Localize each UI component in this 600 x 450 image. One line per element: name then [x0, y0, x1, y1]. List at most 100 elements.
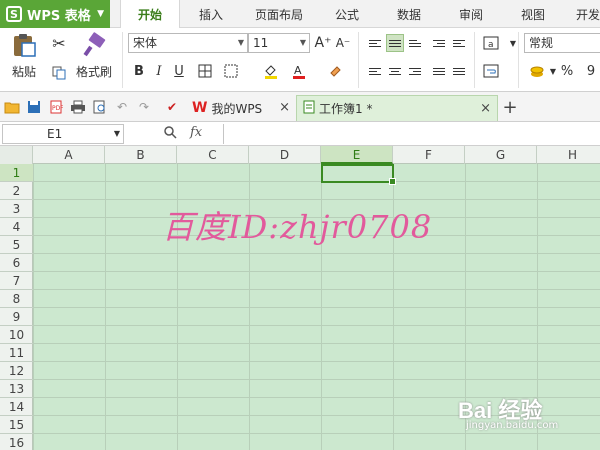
ribbon-divider	[518, 32, 519, 88]
doc-tab-label: 我的WPS	[211, 101, 263, 116]
column-header-selected[interactable]: E	[321, 146, 393, 164]
column-header[interactable]: F	[393, 146, 465, 164]
row-header-selected[interactable]: 1	[0, 164, 33, 182]
increase-font-icon[interactable]: A⁺	[314, 34, 332, 52]
column-header[interactable]: G	[465, 146, 537, 164]
column-header[interactable]: B	[105, 146, 177, 164]
chevron-down-icon: ▼	[237, 38, 244, 47]
bold-button[interactable]: B	[130, 62, 148, 80]
font-name-select[interactable]: 宋体 ▼	[128, 33, 248, 53]
underline-button[interactable]: U	[170, 62, 188, 80]
formula-bar: E1 ▼ fx	[0, 122, 600, 146]
close-icon[interactable]: ×	[279, 100, 290, 115]
baidu-jingyan-url: jingyan.baidu.com	[466, 420, 559, 431]
scissors-icon[interactable]: ✂	[50, 34, 68, 53]
clear-format-icon[interactable]	[326, 62, 344, 80]
distributed-align-icon[interactable]	[450, 62, 468, 80]
watermark-text: 百度ID:zhjr0708	[162, 208, 433, 246]
row-header[interactable]: 5	[0, 236, 33, 254]
align-left-icon[interactable]	[366, 62, 384, 80]
borders-icon[interactable]	[196, 62, 214, 80]
number-format-select[interactable]: 常规	[524, 33, 600, 53]
row-headers: 1 2 3 4 5 6 7 8 9 10 11 12 13 14 15 16	[0, 164, 33, 450]
column-header[interactable]: H	[537, 146, 600, 164]
save-icon[interactable]	[26, 99, 42, 115]
row-header[interactable]: 10	[0, 326, 33, 344]
open-folder-icon[interactable]	[4, 99, 20, 115]
chevron-down-icon[interactable]: ▼	[504, 34, 522, 52]
row-header[interactable]: 14	[0, 398, 33, 416]
row-header[interactable]: 7	[0, 272, 33, 290]
name-box[interactable]: E1 ▼	[2, 124, 124, 144]
select-all-corner[interactable]	[0, 146, 33, 164]
column-header[interactable]: C	[177, 146, 249, 164]
app-menu-button[interactable]: S WPS 表格 ▼	[0, 0, 110, 28]
row-header[interactable]: 13	[0, 380, 33, 398]
row-header[interactable]: 12	[0, 362, 33, 380]
comma-style-button[interactable]: 9	[582, 62, 600, 80]
doc-tab-label: 工作簿1 *	[319, 102, 373, 116]
print-icon[interactable]	[70, 99, 86, 115]
format-painter-button[interactable]: 格式刷	[72, 32, 116, 80]
doc-tab-my-wps[interactable]: W 我的WPS ×	[186, 95, 296, 121]
paste-button[interactable]: 粘贴	[6, 32, 42, 80]
redo-icon[interactable]: ↷	[136, 99, 152, 115]
tab-developer[interactable]: 开发	[568, 0, 600, 28]
print-preview-icon[interactable]	[92, 99, 108, 115]
row-header[interactable]: 11	[0, 344, 33, 362]
row-header[interactable]: 6	[0, 254, 33, 272]
tab-insert[interactable]: 插入	[186, 0, 236, 28]
wrap-text-icon[interactable]	[482, 62, 500, 80]
row-header[interactable]: 4	[0, 218, 33, 236]
justify-icon[interactable]	[430, 62, 448, 80]
font-size-select[interactable]: 11 ▼	[248, 33, 310, 53]
row-header[interactable]: 15	[0, 416, 33, 434]
fill-color-icon[interactable]	[262, 62, 280, 80]
quick-access-bar: PDF ↶ ↷ ✔ W 我的WPS × 工作簿1 * × +	[0, 92, 600, 122]
tab-home[interactable]: 开始	[120, 0, 180, 29]
tab-view[interactable]: 视图	[508, 0, 558, 28]
align-middle-icon[interactable]	[386, 34, 404, 52]
formula-input[interactable]	[223, 124, 600, 144]
clipboard-icon	[14, 34, 36, 57]
copy-icon[interactable]	[50, 64, 68, 82]
fill-pattern-icon[interactable]	[222, 62, 240, 80]
insert-function-button[interactable]: fx	[190, 125, 202, 140]
export-pdf-icon[interactable]: PDF	[48, 99, 64, 115]
new-tab-button[interactable]: +	[502, 97, 518, 118]
column-headers: A B C D E F G H	[0, 146, 600, 164]
merge-cells-icon[interactable]: a	[482, 34, 500, 52]
row-header[interactable]: 3	[0, 200, 33, 218]
customize-toolbar-icon[interactable]: ✔	[164, 99, 180, 115]
tab-page-layout[interactable]: 页面布局	[246, 0, 312, 28]
tab-data[interactable]: 数据	[384, 0, 434, 28]
undo-icon[interactable]: ↶	[114, 99, 130, 115]
doc-tab-workbook1[interactable]: 工作簿1 * ×	[296, 95, 498, 121]
row-header[interactable]: 16	[0, 434, 33, 450]
close-icon[interactable]: ×	[480, 101, 491, 116]
row-header[interactable]: 8	[0, 290, 33, 308]
column-header[interactable]: D	[249, 146, 321, 164]
tab-review[interactable]: 审阅	[446, 0, 496, 28]
column-header[interactable]: A	[33, 146, 105, 164]
name-box-value: E1	[47, 127, 63, 141]
number-format-value: 常规	[529, 36, 554, 50]
italic-button[interactable]: I	[150, 62, 168, 80]
decrease-font-icon[interactable]: A⁻	[334, 34, 352, 52]
indent-increase-icon[interactable]	[450, 34, 468, 52]
tab-formulas[interactable]: 公式	[322, 0, 372, 28]
align-right-icon[interactable]	[406, 62, 424, 80]
row-header[interactable]: 2	[0, 182, 33, 200]
selected-cell-e1[interactable]	[321, 164, 396, 185]
align-top-icon[interactable]	[366, 34, 384, 52]
wps-w-icon: W	[192, 100, 208, 116]
row-header[interactable]: 9	[0, 308, 33, 326]
indent-decrease-icon[interactable]	[430, 34, 448, 52]
align-bottom-icon[interactable]	[406, 34, 424, 52]
zoom-search-icon[interactable]	[163, 125, 177, 143]
percent-button[interactable]: %	[558, 62, 576, 80]
font-color-icon[interactable]: A	[290, 62, 308, 80]
app-name: WPS 表格	[27, 8, 91, 24]
align-center-icon[interactable]	[386, 62, 404, 80]
font-name-value: 宋体	[133, 36, 158, 50]
